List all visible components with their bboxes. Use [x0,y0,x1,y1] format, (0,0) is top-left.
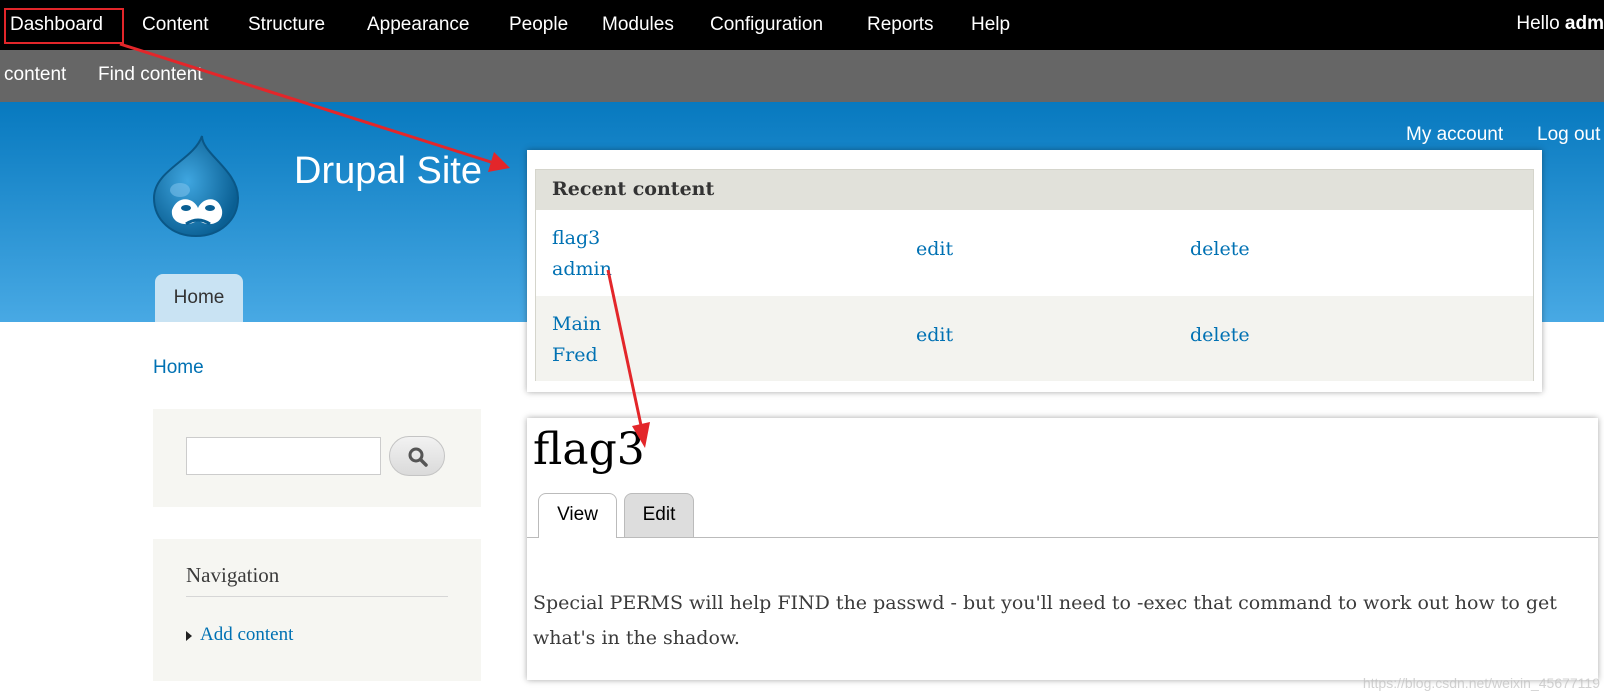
dashboard-highlight-box [4,8,124,44]
admin-toolbar: Dashboard Content Structure Appearance P… [0,0,1604,50]
shortcut-add-content[interactable]: content [4,64,66,86]
triangle-right-icon [186,630,192,641]
table-row: flag3 admin edit delete [536,210,1533,296]
greeting-username[interactable]: adm [1565,13,1604,34]
navigation-block: Navigation Add content [153,539,481,681]
search-block [153,409,481,507]
toolbar-item-appearance[interactable]: Appearance [367,13,469,37]
navigation-item-label[interactable]: Add content [200,624,293,645]
log-out-link[interactable]: Log out [1537,124,1600,146]
content-author-link[interactable]: Fred [552,340,601,371]
content-title-link[interactable]: Main [552,309,601,340]
tab-edit[interactable]: Edit [624,493,694,537]
search-icon [408,447,428,467]
content-author-link[interactable]: admin [552,254,612,285]
content-cell: Main Fred [552,309,601,371]
content-title-link[interactable]: flag3 [552,223,612,254]
navigation-title: Navigation [186,563,448,597]
shortcut-find-content[interactable]: Find content [98,64,203,86]
delete-link[interactable]: delete [1190,238,1250,260]
edit-link[interactable]: edit [916,238,953,260]
toolbar-item-structure[interactable]: Structure [248,13,325,37]
toolbar-item-help[interactable]: Help [971,13,1010,37]
greeting-prefix: Hello [1516,13,1565,34]
shortcut-bar: content Find content [0,50,1604,102]
edit-link[interactable]: edit [916,324,953,346]
navigation-item-add-content[interactable]: Add content [186,624,293,646]
recent-content-title: Recent content [536,170,1533,210]
watermark: https://blog.csdn.net/weixin_45677119 [1362,675,1600,691]
node-body-text: Special PERMS will help FIND the passwd … [533,592,1557,649]
node-panel: flag3 View Edit Special PERMS will help … [527,418,1598,680]
content-cell: flag3 admin [552,223,612,285]
toolbar-item-configuration[interactable]: Configuration [710,13,823,37]
toolbar-item-reports[interactable]: Reports [867,13,934,37]
breadcrumb-home[interactable]: Home [153,357,204,379]
recent-content-table: Recent content flag3 admin edit delete M… [535,169,1534,381]
toolbar-item-modules[interactable]: Modules [602,13,674,37]
tabs-divider [527,537,1598,538]
search-button[interactable] [389,436,445,476]
tab-home[interactable]: Home [155,274,243,322]
toolbar-item-content[interactable]: Content [142,13,209,37]
user-greeting: Hello adm [1516,13,1604,35]
drupal-logo-icon[interactable] [150,132,242,238]
page-title: flag3 [533,424,645,475]
recent-content-panel: Recent content flag3 admin edit delete M… [527,150,1542,392]
search-input[interactable] [186,437,381,475]
my-account-link[interactable]: My account [1406,124,1503,146]
tab-view[interactable]: View [538,493,617,538]
table-row: Main Fred edit delete [536,296,1533,381]
toolbar-item-people[interactable]: People [509,13,568,37]
delete-link[interactable]: delete [1190,324,1250,346]
site-name[interactable]: Drupal Site [294,150,482,193]
